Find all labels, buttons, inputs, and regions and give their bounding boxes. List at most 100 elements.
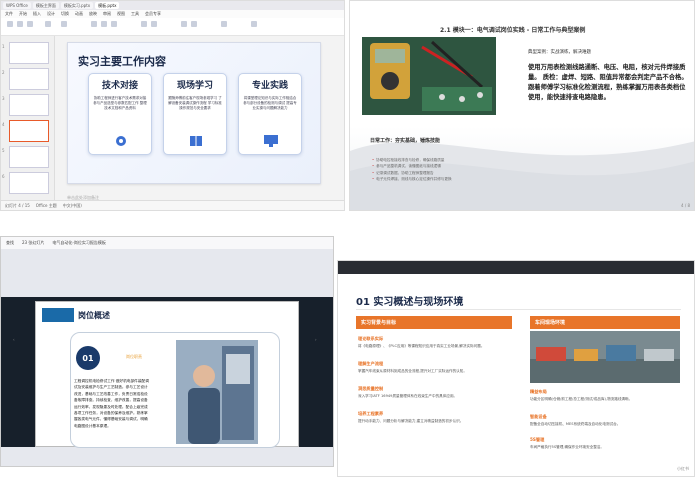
card-title: 专业实践 [251,81,288,91]
cut-icon[interactable] [17,21,23,27]
align-icon[interactable] [141,21,147,27]
watermark: 小红书 [677,466,689,471]
italic-icon[interactable] [101,21,107,27]
underline-icon[interactable] [111,21,117,27]
section-number: 01 [76,346,100,370]
app-tab[interactable]: 模板实习.pptx [60,2,94,9]
slide-title: 岗位概述 [78,311,110,320]
ppt-editor-window: WPS Office 模板主界面 模板实习.pptx 模板.pptx 文件 开始… [0,0,345,211]
goal-text: 将《电路原理》、《PLC应用》等课程知识应用于真实工业场景,解决实际问题。 [358,344,485,348]
slide-title: 2.1 模块一：电气调试岗位实践 - 日常工作与典型案例 [440,27,586,34]
menu-item[interactable]: 动画 [75,11,83,17]
gear-icon [116,136,126,146]
work-card-tech[interactable]: 技术对接 协助工程师进行客户技术需求对接 参与产品选型与参数匹配工作 整理技术文… [88,73,152,155]
bold-icon[interactable] [91,21,97,27]
case-heading: 典型案例：实战演练，解决难题 [528,50,591,55]
layout-icon[interactable] [61,21,67,27]
slide-thumbnail[interactable] [9,172,49,194]
worker-photo [176,340,258,444]
app-tab[interactable]: WPS Office [3,2,31,9]
work-card-field[interactable]: 现场学习 跟随师傅前往客户现场参观学习 了解设备安装调试操作流程 学习标准操作规… [163,73,227,155]
menu-item[interactable]: 会员专享 [145,11,161,17]
goal-text: 深入学习IATF 16949质量管理体系在线束生产中的具体应用。 [358,394,458,398]
copy-icon[interactable] [27,21,33,27]
monitor-icon [264,135,278,147]
menu-item[interactable]: 插入 [33,11,41,17]
menu-item[interactable]: 文件 [5,11,13,17]
daily-work-heading: 日常工作：夯实基础，锤炼技能 [370,138,441,144]
page-indicator: 4 / 8 [681,203,690,208]
status-bar: 幻灯片 4 / 15 Office 主题 中文(中国) [1,200,344,210]
menu-item[interactable]: 设计 [47,11,55,17]
env-text: 车间严格执行5S管理,确保作业环境安全整洁。 [530,445,604,449]
slide-thumbnail[interactable] [9,42,49,64]
slide-title: 实习主要工作内容 [78,55,166,68]
thumb-number: 1 [2,44,5,49]
env-text: 功能分区明确(仓储/前工程/总工程/测试/成品库),物流路线清晰。 [530,397,633,401]
find-icon[interactable] [251,21,257,27]
menu-bar: 文件 开始 插入 设计 切换 动画 放映 审阅 视图 工具 会员专享 [1,10,344,18]
case-text: 使用万用表检测线路通断、电压、电阻，核对元件焊接质量。 质检：虚焊、短路、阻值异… [528,64,688,101]
next-arrow-icon[interactable]: › [315,337,321,345]
menu-item[interactable]: 工具 [131,11,139,17]
status-slide-count: 幻灯片 4 / 15 [5,203,30,208]
multimeter-photo [362,37,496,115]
card-desc: 将课堂理论知识与实际工作相结合 参与部分设备的检测与调试 提高专业实操与问题解决… [243,96,297,110]
thumb-number: 4 [2,122,5,127]
app-tab[interactable]: 模板主界面 [32,2,59,9]
thumb-number: 3 [2,96,5,101]
slide-canvas[interactable]: 实习主要工作内容 技术对接 协助工程师进行客户技术需求对接 参与产品选型与参数匹… [67,42,321,184]
paste-icon[interactable] [7,21,13,27]
goal-text: 提升动手能力、问题分析与解决能力,建立对精益制造的初步认识。 [358,419,464,423]
new-slide-icon[interactable] [45,21,51,27]
slide-canvas[interactable]: 岗位概述 01 岗位职责 工程调控机电检修试工作 做好机电部件装配调试及安装维护… [35,301,299,448]
card-title: 技术对接 [101,81,138,91]
card-desc: 协助工程师进行客户技术需求对接 参与产品选型与参数匹配工作 整理技术文档和产品资… [93,96,147,110]
card-title: 现场学习 [176,81,213,91]
env-heading: 精益布局 [530,389,547,394]
list-icon[interactable] [151,21,157,27]
goal-heading: 理解生产流程 [358,361,384,366]
environment-header: 车间现场环境 [530,316,680,329]
status-theme: Office 主题 [35,203,57,208]
arrange-icon[interactable] [221,21,227,27]
menu-item[interactable]: 审阅 [103,11,111,17]
thumb-number: 2 [2,70,5,75]
list-item: 参与产品整机调试，读懂图纸与接线逻辑 [372,163,452,169]
workshop-photo [530,331,680,383]
work-card-practice[interactable]: 专业实践 将课堂理论知识与实际工作相结合 参与部分设备的检测与调试 提高专业实操… [238,73,302,155]
shape-icon[interactable] [181,21,187,27]
list-item: 电子元件焊接、测线与核心定位操作并修与更换 [372,176,451,182]
prev-arrow-icon[interactable]: ‹ [13,337,19,345]
slide-count: 23 张幻灯片 [22,240,45,245]
daily-work-list: 协助电控柜接线排查与检修，确保线路质量 参与产品整机调试，读懂图纸与接线逻辑 记… [372,157,452,182]
slide-thumbnail[interactable] [9,68,49,90]
slideshow-viewer: 查找 23 张幻灯片 电气自动化-岗位实习报告模板 ‹ › 岗位概述 01 岗位… [0,236,334,467]
document-title: 电气自动化-岗位实习报告模板 [52,240,106,245]
menu-item[interactable]: 开始 [19,11,27,17]
role-label: 岗位职责 [126,354,142,359]
dark-top-bar [338,261,694,274]
background-header: 实习背景与目标 [356,316,512,329]
slide-thumbnail[interactable] [9,94,49,116]
card-desc: 跟随师傅前往客户现场参观学习 了解设备安装调试操作流程 学习标准操作规范与安全要… [168,96,222,110]
slide-thumbnail-selected[interactable] [9,120,49,142]
goal-text: 掌握汽车线束从原材料到成品的全流程,提升对工厂实际运作的认知。 [358,369,467,373]
app-tab-bar: WPS Office 模板主界面 模板实习.pptx 模板.pptx [1,1,344,10]
menu-item[interactable]: 放映 [89,11,97,17]
goal-heading: 洞悉质量控制 [358,386,384,391]
viewer-top-bar: 查找 23 张幻灯片 电气自动化-岗位实习报告模板 [1,237,333,249]
menu-item[interactable]: 视图 [117,11,125,17]
status-language: 中文(中国) [62,203,82,208]
slide-thumbnail[interactable] [9,146,49,168]
goal-heading: 理论联系实际 [358,336,384,341]
app-tab-active[interactable]: 模板.pptx [95,2,120,9]
case-study-slide: 2.1 模块一：电气调试岗位实践 - 日常工作与典型案例 典型案例：实战演练，解… [349,0,695,211]
text-box-icon[interactable] [191,21,197,27]
slide-thumbnail-panel: 1 2 3 4 5 6 [1,36,55,202]
menu-item[interactable]: 切换 [61,11,69,17]
title-accent-bar [42,308,74,322]
overview-slide: 01 实习概述与现场环境 实习背景与目标 车间现场环境 理论联系实际 将《电路原… [337,260,695,477]
search-button[interactable]: 查找 [6,240,14,246]
env-text: 配备全自动切压接机、MES系统终端及自动化电测试台。 [530,422,621,426]
